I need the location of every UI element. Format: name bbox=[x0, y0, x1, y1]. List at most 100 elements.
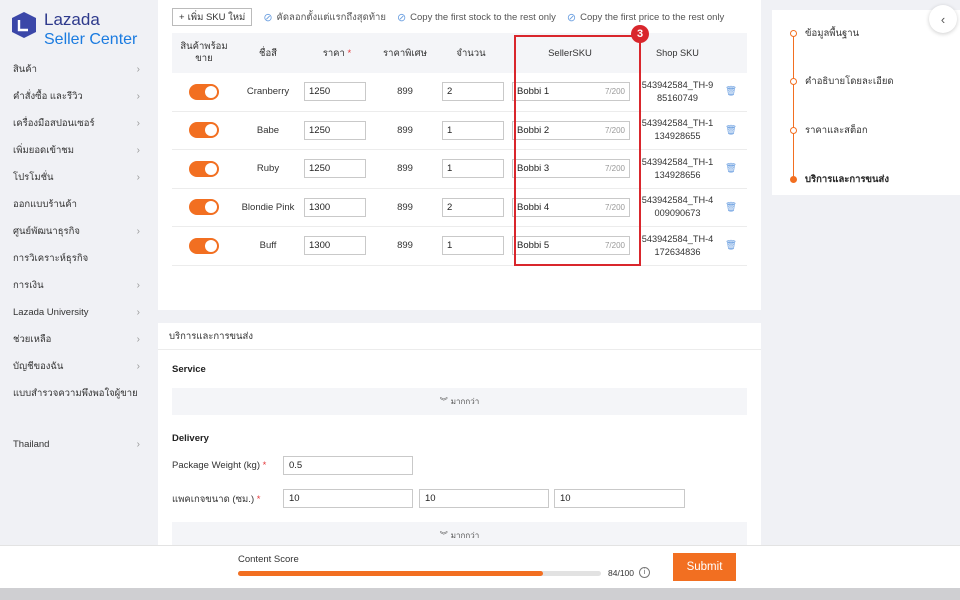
sidebar-item-analytics[interactable]: การวิเคราะห์ธุรกิจ bbox=[0, 245, 150, 272]
availability-toggle[interactable] bbox=[189, 160, 219, 177]
step-description[interactable]: คำอธิบายโดยละเอียด bbox=[790, 74, 894, 89]
copy-first-to-last-link[interactable]: ⊘ คัดลอกตั้งแต่แรกถึงสุดท้าย bbox=[263, 10, 386, 25]
table-row: Babe 1250 899 1 Bobbi 2 7/200 543942584_T… bbox=[172, 112, 747, 150]
required-mark: * bbox=[262, 460, 267, 471]
weight-input[interactable]: 0.5 bbox=[283, 456, 413, 475]
chevron-right-icon: › bbox=[136, 439, 140, 450]
quantity-input[interactable]: 1 bbox=[442, 120, 504, 140]
chevron-right-icon: › bbox=[136, 361, 140, 372]
variants-card: + เพิ่ม SKU ใหม่ ⊘ คัดลอกตั้งแต่แรกถึงสุดท… bbox=[158, 0, 761, 310]
paperclip-icon: ⊘ bbox=[566, 11, 577, 24]
copy-stock-link[interactable]: ⊘ Copy the first stock to the rest only bbox=[397, 11, 556, 24]
trash-icon[interactable]: 🗑 bbox=[721, 86, 741, 97]
table-row: Ruby 1250 899 1 Bobbi 3 7/200 543942584_T… bbox=[172, 150, 747, 189]
annotation-badge: 3 bbox=[631, 25, 649, 43]
shop-sku: 543942584_TH-9 85160749 bbox=[641, 79, 714, 103]
logo[interactable]: Lazada Seller Center bbox=[10, 10, 145, 50]
paperclip-icon: ⊘ bbox=[263, 11, 273, 24]
quantity-input[interactable]: 1 bbox=[442, 159, 504, 179]
sidebar-item-finance[interactable]: การเงิน › bbox=[0, 272, 150, 299]
step-dot-icon bbox=[790, 176, 797, 183]
trash-icon[interactable]: 🗑 bbox=[721, 202, 741, 213]
sidebar-item-university[interactable]: Lazada University › bbox=[0, 299, 150, 326]
chevron-right-icon: › bbox=[136, 307, 140, 318]
trash-icon[interactable]: 🗑 bbox=[721, 240, 741, 251]
trash-icon[interactable]: 🗑 bbox=[721, 163, 741, 174]
chevron-right-icon: › bbox=[136, 145, 140, 156]
scrollbar-track[interactable] bbox=[0, 588, 960, 600]
table-row: Buff 1300 899 1 Bobbi 5 7/200 543942584_T… bbox=[172, 227, 747, 266]
chevron-right-icon: › bbox=[136, 91, 140, 102]
header-quantity: จำนวน bbox=[456, 47, 486, 59]
quantity-input[interactable]: 2 bbox=[442, 197, 504, 217]
chevron-right-icon: › bbox=[136, 64, 140, 75]
chevron-down-icon: ︾ bbox=[439, 397, 448, 406]
chevron-down-icon: ︾ bbox=[439, 531, 448, 540]
chevron-right-icon: › bbox=[136, 226, 140, 237]
sidebar-item-region[interactable]: Thailand › bbox=[0, 431, 150, 458]
header-price: ราคา * bbox=[322, 47, 352, 59]
width-input[interactable]: 10 bbox=[419, 489, 549, 508]
table-header: สินค้าพร้อมขาย ชื่อสี ราคา * ราคาพิเศษ จ… bbox=[172, 33, 747, 73]
brand-name: Lazada bbox=[44, 10, 100, 29]
add-sku-button[interactable]: + เพิ่ม SKU ใหม่ bbox=[172, 8, 253, 26]
availability-toggle[interactable] bbox=[189, 122, 219, 139]
table-row: Blondie Pink 1300 899 2 Bobbi 4 7/200 543… bbox=[172, 189, 747, 227]
step-dot-icon bbox=[790, 30, 797, 37]
lazada-logo-icon bbox=[12, 12, 36, 38]
price-input[interactable]: 1250 bbox=[304, 82, 366, 102]
step-dot-icon bbox=[790, 127, 797, 134]
header-available: สินค้าพร้อมขาย bbox=[180, 41, 228, 64]
special-price: 899 bbox=[397, 240, 413, 252]
footer-bar: Content Score 84/100 i Submit bbox=[0, 545, 960, 588]
special-price: 899 bbox=[397, 124, 413, 136]
info-icon[interactable]: i bbox=[639, 567, 650, 578]
length-input[interactable]: 10 bbox=[283, 489, 413, 508]
height-input[interactable]: 10 bbox=[554, 489, 685, 508]
step-price-stock[interactable]: ราคาและสต็อก bbox=[790, 123, 868, 138]
price-input[interactable]: 1300 bbox=[304, 197, 366, 217]
color-name: Ruby bbox=[256, 163, 280, 175]
variants-table: สินค้าพร้อมขาย ชื่อสี ราคา * ราคาพิเศษ จ… bbox=[172, 33, 747, 266]
availability-toggle[interactable] bbox=[189, 237, 219, 254]
sidebar-item-help[interactable]: ช่วยเหลือ › bbox=[0, 326, 150, 353]
service-more-toggle[interactable]: ︾ มากกว่า bbox=[172, 388, 747, 415]
sidebar: Lazada Seller Center สินค้า › คำสั่งซื้อ … bbox=[0, 0, 150, 545]
sidebar-item-store-design[interactable]: ออกแบบร้านค้า bbox=[0, 191, 150, 218]
sidebar-item-traffic[interactable]: เพิ่มยอดเข้าชม › bbox=[0, 137, 150, 164]
step-basic-info[interactable]: ข้อมูลพื้นฐาน bbox=[790, 26, 859, 41]
sidebar-item-survey[interactable]: แบบสำรวจความพึงพอใจผู้ขาย bbox=[0, 380, 150, 407]
delivery-title: Delivery bbox=[172, 433, 209, 444]
price-input[interactable]: 1250 bbox=[304, 120, 366, 140]
sidebar-item-sponsored[interactable]: เครื่องมือสปอนเซอร์ › bbox=[0, 110, 150, 137]
price-input[interactable]: 1300 bbox=[304, 236, 366, 256]
chevron-right-icon: › bbox=[136, 334, 140, 345]
submit-button[interactable]: Submit bbox=[673, 553, 736, 581]
sidebar-item-business-center[interactable]: ศูนย์พัฒนาธุรกิจ › bbox=[0, 218, 150, 245]
sidebar-item-promotions[interactable]: โปรโมชั่น › bbox=[0, 164, 150, 191]
shop-sku: 543942584_TH-1 134928655 bbox=[641, 118, 714, 142]
special-price: 899 bbox=[397, 86, 413, 98]
steps-panel: ข้อมูลพื้นฐาน คำอธิบายโดยละเอียด ราคาและ… bbox=[772, 10, 960, 195]
color-name: Buff bbox=[259, 240, 277, 252]
quantity-input[interactable]: 2 bbox=[442, 82, 504, 102]
chevron-right-icon: › bbox=[136, 280, 140, 291]
sidebar-item-account[interactable]: บัญชีของฉัน › bbox=[0, 353, 150, 380]
service-title: Service bbox=[172, 364, 206, 375]
sidebar-item-orders-reviews[interactable]: คำสั่งซื้อ และรีวิว › bbox=[0, 83, 150, 110]
trash-icon[interactable]: 🗑 bbox=[721, 125, 741, 136]
sidebar-item-products[interactable]: สินค้า › bbox=[0, 56, 150, 83]
copy-price-link[interactable]: ⊘ Copy the first price to the rest only bbox=[567, 11, 724, 24]
availability-toggle[interactable] bbox=[189, 83, 219, 100]
quantity-input[interactable]: 1 bbox=[442, 236, 504, 256]
header-special-price: ราคาพิเศษ bbox=[383, 47, 427, 59]
required-mark: * bbox=[347, 47, 352, 59]
color-name: Blondie Pink bbox=[241, 201, 295, 213]
chevron-left-icon: ‹ bbox=[940, 11, 946, 27]
table-row: Cranberry 1250 899 2 Bobbi 1 7/200 543942… bbox=[172, 73, 747, 112]
availability-toggle[interactable] bbox=[189, 199, 219, 216]
step-shipping[interactable]: บริการและการขนส่ง bbox=[790, 172, 889, 187]
collapse-panel-button[interactable]: ‹ bbox=[929, 5, 957, 33]
special-price: 899 bbox=[397, 201, 413, 213]
price-input[interactable]: 1250 bbox=[304, 159, 366, 179]
